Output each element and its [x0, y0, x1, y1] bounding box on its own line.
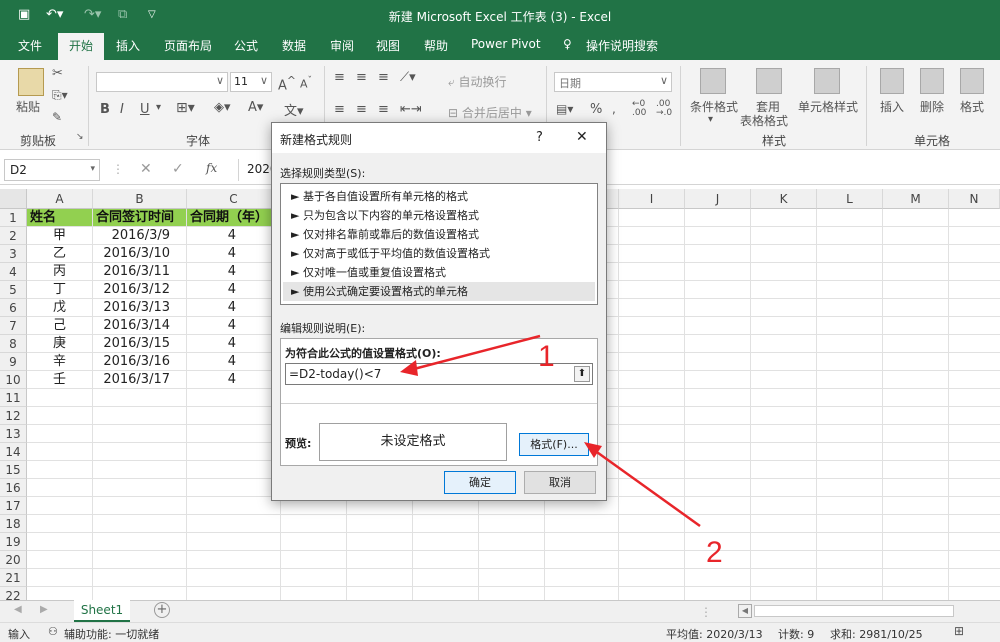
annotation-label-1: 1 — [538, 340, 555, 373]
annotation-overlay: 1 2 — [400, 334, 723, 569]
annotation-arrow-2 — [593, 448, 701, 528]
annotation-label-2: 2 — [706, 536, 723, 569]
annotation-arrowhead-1 — [400, 360, 418, 376]
annotation-arrow-1 — [409, 334, 541, 372]
annotation-arrowhead-2 — [584, 442, 602, 458]
